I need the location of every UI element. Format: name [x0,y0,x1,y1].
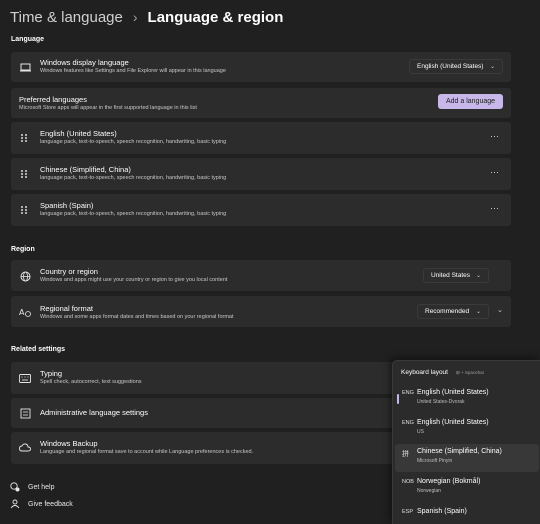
give-feedback-label: Give feedback [28,500,73,508]
admin-language-title: Administrative language settings [40,408,148,417]
preferred-languages-title: Preferred languages [19,95,87,104]
selected-indicator [397,394,399,404]
country-region-card: Country or region Windows and apps might… [11,260,511,291]
regional-format-dropdown[interactable]: Recommended ⌄ [417,304,489,319]
layout-code: 拼 [402,451,409,458]
chevron-down-icon: ⌄ [475,309,481,315]
language-item-name: Chinese (Simplified, China) [40,165,131,174]
country-region-value: United States [431,272,471,279]
monitor-icon [19,61,31,73]
flyout-title: Keyboard layout [401,369,448,376]
flyout-header: Keyboard layout ⊞ + Spacebar [401,369,484,376]
display-language-desc: Windows features like Settings and File … [40,68,226,74]
svg-text:A: A [19,308,25,317]
get-help-link[interactable]: Get help [10,482,54,492]
breadcrumb: Time & language › Language & region [10,6,283,28]
breadcrumb-separator: › [132,9,138,25]
breadcrumb-parent[interactable]: Time & language [10,9,123,26]
keyboard-layout-item[interactable]: ESP Spanish (Spain) [395,504,539,524]
language-item-desc: language pack, text-to-speech, speech re… [40,211,227,217]
drag-handle-icon[interactable] [21,134,27,142]
typing-desc: Spell check, autocorrect, text suggestio… [40,379,142,385]
display-language-card: Windows display language Windows feature… [11,52,511,82]
layout-name: Chinese (Simplified, China) [417,448,502,455]
display-language-title: Windows display language [40,58,129,67]
layout-sub: Microsoft Pinyin [417,458,453,464]
globe-icon [19,270,31,282]
section-region-title: Region [11,246,35,253]
chevron-down-icon: ⌄ [475,273,481,279]
windows-backup-desc: Language and regional format save to acc… [40,449,254,455]
preferred-languages-desc: Microsoft Store apps will appear in the … [19,105,197,111]
display-language-value: English (United States) [417,63,484,70]
flyout-shortcut-hint: ⊞ + Spacebar [455,369,485,375]
give-feedback-link[interactable]: Give feedback [10,499,73,509]
layout-code: NOB [402,479,414,485]
layout-sub: US [417,429,424,435]
language-item[interactable]: Spanish (Spain) language pack, text-to-s… [11,194,511,226]
regional-format-title: Regional format [40,304,93,313]
more-options-icon[interactable]: ··· [490,131,499,141]
add-language-button[interactable]: Add a language [438,94,503,109]
country-region-dropdown[interactable]: United States ⌄ [423,268,489,283]
keyboard-icon [19,372,31,384]
page-title: Language & region [147,8,284,26]
drag-handle-icon[interactable] [21,170,27,178]
layout-name: Norwegian (Bokmål) [417,478,481,485]
language-item-name: English (United States) [40,129,117,138]
chevron-down-icon: ⌄ [489,64,495,70]
admin-language-icon [19,407,31,419]
section-language-title: Language [11,36,45,43]
typing-title: Typing [40,369,63,378]
regional-format-icon: A [19,306,31,318]
get-help-label: Get help [28,483,55,491]
display-language-dropdown[interactable]: English (United States) ⌄ [409,59,503,74]
keyboard-layout-flyout: Keyboard layout ⊞ + Spacebar ENG English… [392,360,540,524]
regional-format-value: Recommended [425,308,470,315]
keyboard-layout-item[interactable]: 拼 Chinese (Simplified, China) Microsoft … [395,444,539,472]
layout-name: English (United States) [417,389,489,396]
feedback-icon [10,499,20,509]
layout-name: Spanish (Spain) [417,508,467,515]
language-item-name: Spanish (Spain) [40,201,94,210]
drag-handle-icon[interactable] [21,206,27,214]
backup-icon [19,442,31,454]
language-item[interactable]: Chinese (Simplified, China) language pac… [11,158,511,190]
layout-sub: Norwegian [417,488,441,494]
windows-backup-title: Windows Backup [40,439,98,448]
language-item-desc: language pack, text-to-speech, speech re… [40,139,227,145]
country-region-title: Country or region [40,267,98,276]
more-options-icon[interactable]: ··· [490,167,499,177]
preferred-languages-card: Preferred languages Microsoft Store apps… [11,88,511,118]
regional-format-card[interactable]: A Regional format Windows and some apps … [11,296,511,327]
expand-chevron-icon[interactable]: ⌄ [497,306,503,314]
layout-code: ESP [402,509,414,515]
layout-name: English (United States) [417,419,489,426]
help-icon [10,482,20,492]
layout-sub: United States-Dvorak [417,399,465,405]
layout-code: ENG [402,390,414,396]
keyboard-layout-item[interactable]: ENG English (United States) US [395,415,539,443]
more-options-icon[interactable]: ··· [490,203,499,213]
keyboard-layout-item[interactable]: ENG English (United States) United State… [395,385,539,413]
country-region-desc: Windows and apps might use your country … [40,277,228,283]
section-related-title: Related settings [11,346,66,353]
language-item-desc: language pack, text-to-speech, speech re… [40,175,227,181]
language-item[interactable]: English (United States) language pack, t… [11,122,511,154]
layout-code: ENG [402,420,414,426]
keyboard-layout-item[interactable]: NOB Norwegian (Bokmål) Norwegian [395,474,539,502]
regional-format-desc: Windows and some apps format dates and t… [40,314,234,320]
